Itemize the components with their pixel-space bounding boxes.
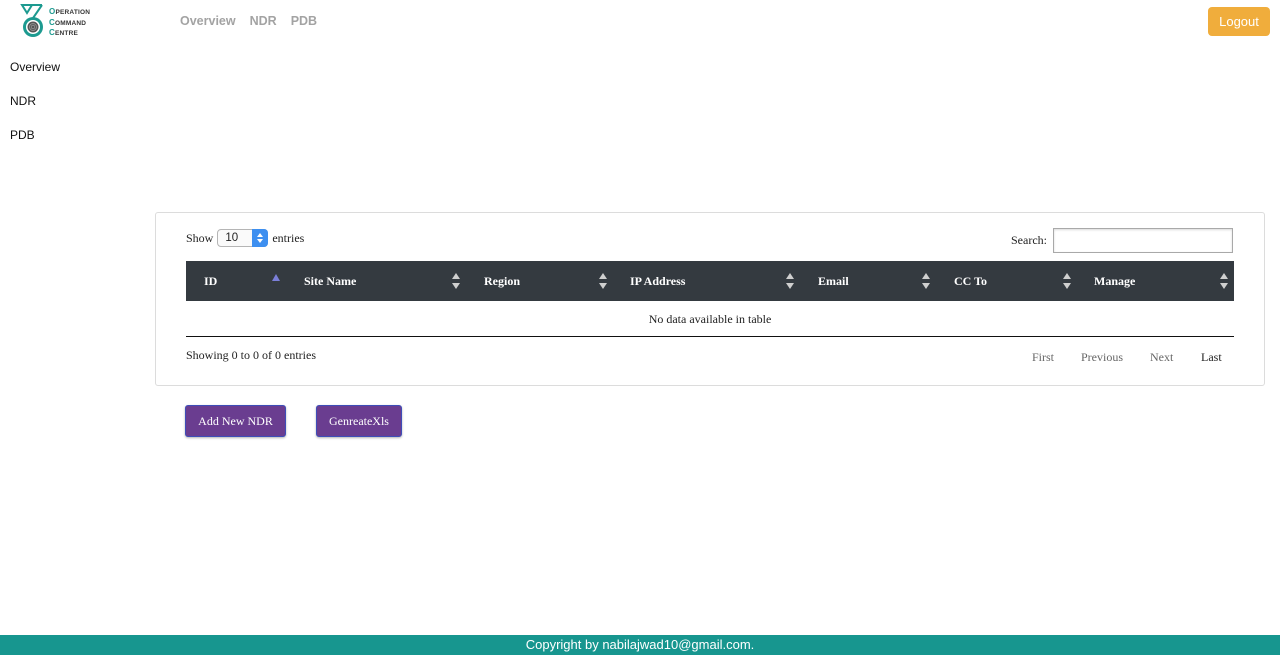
topnav-overview[interactable]: Overview (180, 14, 236, 28)
ndr-table: ID Site Name Region IP Address Email CC … (186, 261, 1234, 337)
sort-both-icon (599, 273, 607, 289)
topnav-ndr[interactable]: NDR (250, 14, 277, 28)
footer-copyright: Copyright by nabilajwad10@gmail.com. (525, 637, 755, 652)
show-label: Show (186, 230, 214, 245)
logo-word: PERATION (55, 9, 91, 16)
table-empty-row: No data available in table (186, 301, 1234, 337)
pagination-previous[interactable]: Previous (1081, 350, 1123, 365)
empty-table-message: No data available in table (648, 312, 772, 326)
entries-select[interactable]: 10 (217, 229, 269, 247)
logo-word: OMMAND (54, 19, 87, 27)
table-header: ID Site Name Region IP Address Email CC … (186, 261, 1234, 301)
logout-button[interactable]: Logout (1208, 7, 1270, 36)
topnav-pdb[interactable]: PDB (291, 14, 317, 28)
top-nav: Overview NDR PDB (180, 14, 317, 28)
top-bar: OPERATION COMMAND CENTRE Overview NDR PD… (0, 0, 1280, 44)
pagination-last[interactable]: Last (1201, 350, 1222, 365)
sidebar: Overview NDR PDB (10, 60, 60, 162)
logo-icon (20, 4, 43, 37)
app-logo[interactable]: OPERATION COMMAND CENTRE (20, 3, 100, 39)
sort-both-icon (922, 273, 930, 289)
column-header-cc-to[interactable]: CC To (954, 261, 987, 301)
sidebar-item-overview[interactable]: Overview (10, 60, 60, 94)
sidebar-item-pdb[interactable]: PDB (10, 128, 60, 162)
generate-xls-button[interactable]: GenreateXls (316, 405, 402, 437)
table-search: Search: (1011, 228, 1233, 253)
column-header-manage[interactable]: Manage (1094, 261, 1135, 301)
logo-word: ENTRE (54, 30, 79, 37)
ndr-table-panel: Show 10 entries Search: ID Site Name Reg… (155, 212, 1265, 386)
table-info: Showing 0 to 0 of 0 entries (186, 348, 316, 362)
column-header-ip-address[interactable]: IP Address (630, 261, 685, 301)
sort-both-icon (1220, 273, 1228, 289)
sort-both-icon (452, 273, 460, 289)
pagination-first[interactable]: First (1032, 350, 1054, 365)
add-new-ndr-button[interactable]: Add New NDR (185, 405, 286, 437)
column-header-region[interactable]: Region (484, 261, 520, 301)
sort-both-icon (786, 273, 794, 289)
sidebar-item-ndr[interactable]: NDR (10, 94, 60, 128)
column-header-email[interactable]: Email (818, 261, 849, 301)
entries-label: entries (272, 230, 305, 245)
search-input[interactable] (1052, 228, 1233, 253)
column-header-site-name[interactable]: Site Name (304, 261, 356, 301)
search-label: Search: (1011, 233, 1047, 247)
entries-length-control: Show 10 entries (186, 229, 304, 247)
pagination-next[interactable]: Next (1150, 350, 1173, 365)
column-header-id[interactable]: ID (204, 261, 217, 301)
footer: Copyright by nabilajwad10@gmail.com. (0, 635, 1280, 655)
select-stepper-icon (252, 229, 269, 247)
sort-both-icon (1063, 273, 1071, 289)
sort-ascending-icon (272, 274, 280, 281)
entries-select-value: 10 (225, 232, 239, 244)
logo-text: OPERATION COMMAND CENTRE (49, 7, 90, 39)
